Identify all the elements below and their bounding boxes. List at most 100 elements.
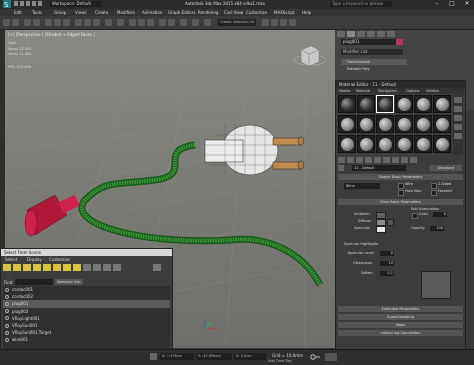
diffuse-color-swatch[interactable]: [376, 219, 386, 226]
self-illum-color-checkbox[interactable]: [412, 213, 418, 219]
workspace-selector[interactable]: Workspace: Default: [50, 1, 102, 7]
stack-item-turbosmooth[interactable]: TurboSmooth: [341, 59, 407, 65]
material-slot[interactable]: [433, 115, 451, 133]
render-icon[interactable]: [289, 19, 296, 26]
opacity-spinner[interactable]: 100: [430, 226, 444, 231]
object-color-swatch[interactable]: [396, 39, 403, 45]
material-slot[interactable]: [338, 95, 356, 113]
align-icon[interactable]: [168, 19, 175, 26]
material-slot[interactable]: [357, 135, 375, 153]
rollout-extended[interactable]: Extended Parameters: [338, 306, 463, 312]
layer-icon[interactable]: [180, 19, 187, 26]
menu-views[interactable]: Views: [75, 9, 87, 16]
unlink-icon[interactable]: [33, 19, 40, 26]
search-input[interactable]: Type a keyword or phrase: [330, 1, 392, 7]
minimize-button[interactable]: –: [430, 0, 444, 8]
material-slot[interactable]: [357, 115, 375, 133]
wire-checkbox[interactable]: [398, 183, 404, 189]
menu-customize[interactable]: Customize: [246, 9, 267, 16]
material-slot[interactable]: [433, 135, 451, 153]
material-slot[interactable]: [376, 115, 394, 133]
list-item[interactable]: VRaySun001.Target: [3, 329, 170, 336]
reference-coord-icon[interactable]: [105, 19, 112, 26]
shader-type-dropdown[interactable]: Blinn: [344, 183, 380, 189]
render-setup-icon[interactable]: [271, 19, 278, 26]
menu-civil-view[interactable]: Civil View: [224, 9, 243, 16]
angle-snap-icon[interactable]: [138, 19, 145, 26]
self-illum-color-spinner[interactable]: 0: [433, 212, 447, 217]
material-slot[interactable]: [338, 135, 356, 153]
object-name-field[interactable]: plug001: [341, 39, 398, 45]
rollout-mental-ray[interactable]: mental ray Connection: [338, 330, 463, 336]
list-item-selected[interactable]: plug001: [3, 300, 170, 308]
menu-modes[interactable]: Modes: [339, 88, 350, 94]
curve-editor-icon[interactable]: [192, 19, 199, 26]
select-by-name-icon[interactable]: [54, 19, 61, 26]
glossiness-spinner[interactable]: 10: [380, 261, 394, 266]
undo-icon[interactable]: [3, 19, 10, 26]
pivot-icon[interactable]: [117, 19, 124, 26]
material-slot[interactable]: [433, 95, 451, 113]
auto-key-button[interactable]: [325, 353, 337, 361]
rollout-blinn-basic[interactable]: Blinn Basic Parameters: [338, 199, 463, 205]
selection-set-button[interactable]: Selection Set:: [55, 279, 83, 285]
material-slot[interactable]: [414, 95, 432, 113]
z-coordinate-field[interactable]: Z: 0,0cm: [234, 353, 266, 360]
y-coordinate-field[interactable]: Y: -47,896cm: [196, 353, 232, 360]
close-button[interactable]: ✕: [460, 0, 474, 8]
add-time-tag-button[interactable]: Add Time Tag: [268, 359, 292, 363]
menu-tools[interactable]: Tools: [32, 9, 42, 16]
move-icon[interactable]: [75, 19, 82, 26]
ambient-color-swatch[interactable]: [376, 212, 386, 219]
menu-display[interactable]: Display: [27, 257, 42, 262]
material-slot[interactable]: [338, 115, 356, 133]
menu-maxscript[interactable]: MAXScript: [274, 9, 295, 16]
schematic-icon[interactable]: [204, 19, 211, 26]
menu-create[interactable]: Create: [95, 9, 108, 16]
soften-spinner[interactable]: 0,1: [380, 271, 394, 276]
material-slot[interactable]: [395, 115, 413, 133]
x-coordinate-field[interactable]: X: 7,478cm: [160, 353, 194, 360]
material-name-field[interactable]: 11 - Default: [352, 165, 406, 171]
menu-select[interactable]: Select: [5, 257, 17, 262]
modifier-list-dropdown[interactable]: Modifier List: [341, 49, 403, 55]
list-item[interactable]: VRayLight001: [3, 315, 170, 322]
material-slot[interactable]: [395, 95, 413, 113]
list-item[interactable]: wire001: [3, 336, 170, 343]
material-slot[interactable]: [414, 115, 432, 133]
material-slot[interactable]: [395, 135, 413, 153]
find-input[interactable]: [15, 279, 53, 285]
menu-customize[interactable]: Customize: [49, 257, 70, 262]
rotate-icon[interactable]: [84, 19, 91, 26]
lock-selection-icon[interactable]: [150, 353, 157, 360]
mirror-icon[interactable]: [159, 19, 166, 26]
viewport-label[interactable]: [+] [Perspective ] [Shaded + Edged Faces…: [8, 32, 95, 37]
key-icon[interactable]: [310, 353, 320, 361]
stack-item-editable-poly[interactable]: Editable Poly: [341, 66, 407, 72]
menu-modifiers[interactable]: Modifiers: [117, 9, 135, 16]
menu-options[interactable]: Options: [406, 88, 420, 94]
menu-rendering[interactable]: Rendering: [198, 9, 218, 16]
scale-icon[interactable]: [93, 19, 100, 26]
pick-material-icon[interactable]: [338, 165, 344, 171]
menu-help[interactable]: Help: [302, 9, 311, 16]
link-icon[interactable]: [24, 19, 31, 26]
list-item[interactable]: VRaySun001: [3, 322, 170, 329]
material-editor-icon[interactable]: [262, 19, 269, 26]
faceted-checkbox[interactable]: [431, 190, 437, 196]
snap-icon[interactable]: [129, 19, 136, 26]
list-item[interactable]: cordac002: [3, 293, 170, 300]
menu-graph-editors[interactable]: Graph Editors: [168, 9, 195, 16]
two-sided-checkbox[interactable]: [431, 183, 437, 189]
material-slot[interactable]: [357, 95, 375, 113]
specular-color-swatch[interactable]: [376, 226, 386, 233]
material-slot[interactable]: [414, 135, 432, 153]
rollout-maps[interactable]: Maps: [338, 322, 463, 328]
rect-selection-icon[interactable]: [63, 19, 70, 26]
diffuse-map-button[interactable]: [387, 219, 394, 226]
menu-utilities[interactable]: Utilities: [426, 88, 439, 94]
material-slot[interactable]: [376, 135, 394, 153]
rollout-supersampling[interactable]: SuperSampling: [338, 314, 463, 320]
menu-animation[interactable]: Animation: [142, 9, 162, 16]
selection-set-dropdown[interactable]: Create Selection Se: [218, 19, 256, 26]
